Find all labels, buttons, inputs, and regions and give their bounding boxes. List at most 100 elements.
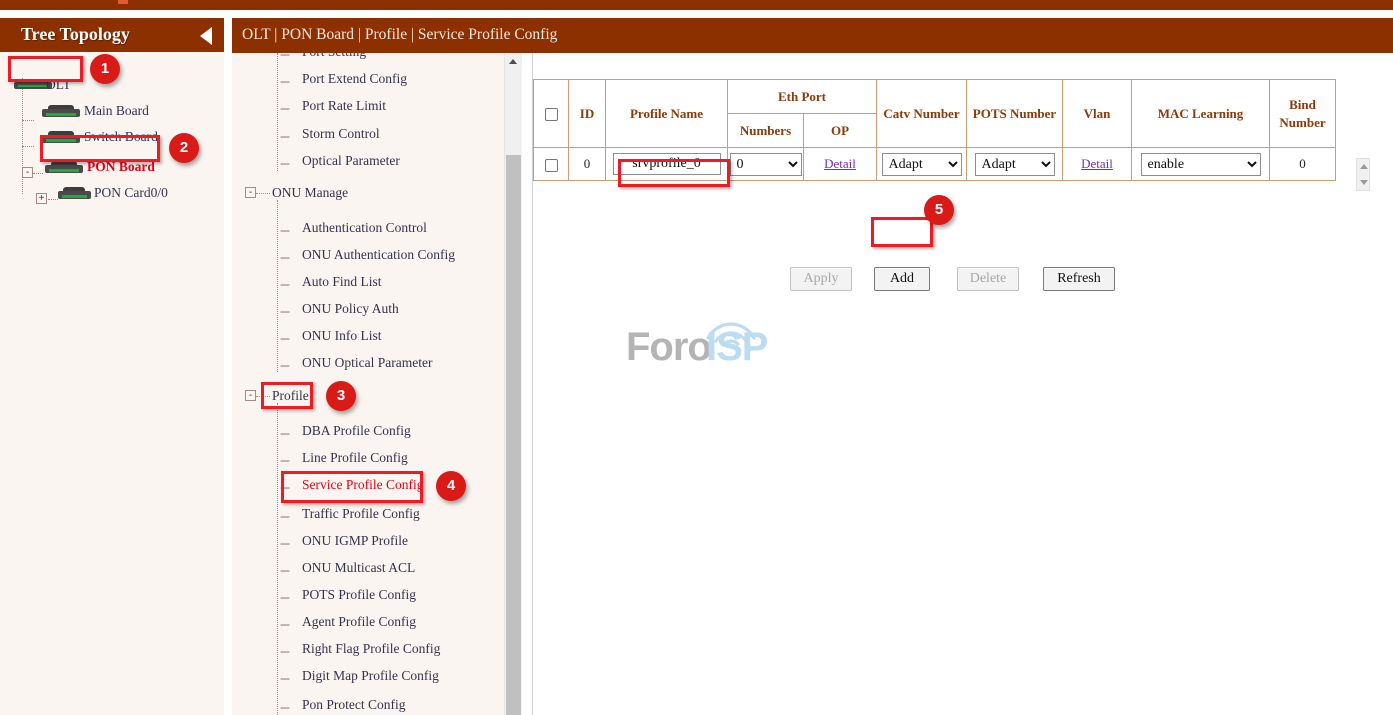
breadcrumb: OLT | PON Board | Profile | Service Prof… (242, 26, 557, 44)
menu-item-label: ONU Info List (302, 328, 382, 344)
top-strip-notch (118, 0, 128, 4)
menu-item-label: Pon Protect Config (302, 697, 406, 713)
annotation-badge-3: 3 (326, 381, 356, 411)
profile-name-input[interactable] (613, 153, 721, 175)
window-top-strip (0, 0, 1393, 10)
header-profile-name: Profile Name (606, 80, 728, 148)
tree-expander-pon-card[interactable]: + (36, 193, 47, 204)
menu-item-label: Port Rate Limit (302, 98, 386, 114)
header-bind-number-line1: Bind (1270, 96, 1335, 114)
menu-item-label: Optical Parameter (302, 153, 400, 169)
cell-pots-number: Adapt (967, 148, 1063, 181)
tree-item-label-pon-board: PON Board (87, 159, 155, 175)
eth-port-detail-link[interactable]: Detail (824, 156, 856, 171)
header-bind-number-line2: Number (1270, 114, 1335, 132)
annotation-badge-4: 4 (436, 471, 466, 501)
eth-port-numbers-select[interactable]: 0 (730, 153, 802, 176)
tree-expander-pon-board[interactable]: - (22, 167, 33, 178)
menu-expander-profile[interactable]: - (245, 390, 256, 401)
row-scroll-up-arrow-icon[interactable] (1360, 164, 1368, 169)
header-eth-port-numbers: Numbers (728, 114, 804, 148)
delete-button[interactable]: Delete (957, 267, 1019, 291)
cell-mac-learning: enable (1132, 148, 1270, 181)
cell-eth-port-numbers: 0 (728, 148, 804, 181)
table-body: 0 0 Detail Adapt (534, 148, 1336, 181)
table-row-scrollbar[interactable] (1356, 158, 1370, 191)
catv-number-select[interactable]: Adapt (882, 153, 962, 176)
mac-learning-select[interactable]: enable (1141, 153, 1261, 176)
vlan-detail-link[interactable]: Detail (1081, 156, 1113, 171)
menu-item-label: DBA Profile Config (302, 423, 411, 439)
content-breadcrumb-bar: OLT | PON Board | Profile | Service Prof… (232, 18, 1393, 53)
cell-profile-name (606, 148, 728, 181)
menu-item-label: Digit Map Profile Config (302, 668, 439, 684)
menu-guide-line (277, 200, 278, 372)
menu-item-label: Storm Control (302, 126, 380, 142)
menu-guide-line (277, 53, 278, 171)
watermark-text-isp: ISP (706, 325, 767, 370)
menu-scrollbar[interactable] (504, 53, 521, 715)
menu-guide-line (277, 403, 278, 715)
foroisp-watermark: Foro ISP (626, 325, 766, 373)
service-profile-table: ID Profile Name Eth Port Catv Number POT… (533, 79, 1336, 181)
device-board-icon (42, 105, 80, 119)
menu-item-label: Port Setting (302, 53, 366, 60)
tree-guide-line (48, 199, 58, 200)
content-body: ID Profile Name Eth Port Catv Number POT… (532, 53, 1393, 715)
menu-item-label: Agent Profile Config (302, 614, 416, 630)
menu-item-label: ONU Optical Parameter (302, 355, 432, 371)
tree-item-label-pon-card: PON Card0/0 (94, 185, 168, 201)
menu-expander-onu-manage[interactable]: - (245, 187, 256, 198)
refresh-button[interactable]: Refresh (1043, 267, 1115, 291)
menu-item-label: Authentication Control (302, 220, 427, 236)
tree-guide-line (22, 146, 34, 147)
select-all-checkbox[interactable] (545, 108, 558, 121)
tree-item-label-switch-board: Switch Board (84, 129, 158, 145)
row-checkbox[interactable] (545, 159, 558, 172)
menu-item-label: ONU Authentication Config (302, 247, 455, 263)
add-button[interactable]: Add (874, 267, 930, 291)
header-id: ID (569, 80, 606, 148)
annotation-badge-1: 1 (90, 54, 120, 84)
tree-guide-line (33, 173, 43, 174)
menu-item-label: ONU Multicast ACL (302, 560, 415, 576)
collapse-left-arrow-icon[interactable] (200, 27, 212, 45)
menu-guide-line (256, 396, 270, 397)
menu-item-label: Line Profile Config (302, 450, 408, 466)
table-header-row-1: ID Profile Name Eth Port Catv Number POT… (534, 80, 1336, 114)
header-pots-number: POTS Number (967, 80, 1063, 148)
menu-item-label: ONU Policy Auth (302, 301, 399, 317)
device-board-icon (42, 131, 80, 145)
tree-item-label-main-board: Main Board (84, 103, 149, 119)
tree-topology-panel: Tree Topology OLT Main Board (0, 18, 224, 715)
row-select-cell (534, 148, 569, 181)
header-eth-port-op: OP (804, 114, 877, 148)
pots-number-select[interactable]: Adapt (975, 153, 1055, 176)
cell-id: 0 (569, 148, 606, 181)
menu-item-label: ONU IGMP Profile (302, 533, 408, 549)
menu-scroll-up-arrow-icon[interactable] (505, 53, 522, 70)
tree-guide-line (22, 120, 34, 121)
cell-bind-number: 0 (1270, 148, 1336, 181)
menu-item-label: ONU Manage (272, 185, 348, 201)
device-board-icon (45, 161, 83, 175)
row-scroll-down-arrow-icon[interactable] (1360, 180, 1368, 185)
menu-scrollbar-thumb[interactable] (506, 155, 521, 715)
menu-item-label: Right Flag Profile Config (302, 641, 440, 657)
table-row: 0 0 Detail Adapt (534, 148, 1336, 181)
menu-guide-line (256, 193, 270, 194)
tree-item-label-olt: OLT (46, 77, 71, 93)
header-bind-number: Bind Number (1270, 80, 1336, 148)
cell-eth-port-op: Detail (804, 148, 877, 181)
annotation-badge-2: 2 (169, 133, 199, 163)
menu-item-label: Port Extend Config (302, 71, 407, 87)
menu-item-label: Traffic Profile Config (302, 506, 420, 522)
action-button-row: Apply Add Delete Refresh (533, 267, 1393, 297)
header-eth-port: Eth Port (728, 80, 877, 114)
annotation-badge-5: 5 (924, 195, 954, 225)
apply-button[interactable]: Apply (790, 267, 852, 291)
table-head: ID Profile Name Eth Port Catv Number POT… (534, 80, 1336, 148)
menu-item-label: POTS Profile Config (302, 587, 416, 603)
menu-item-label: Service Profile Config (302, 477, 423, 493)
application-window: Tree Topology OLT Main Board (0, 0, 1393, 715)
